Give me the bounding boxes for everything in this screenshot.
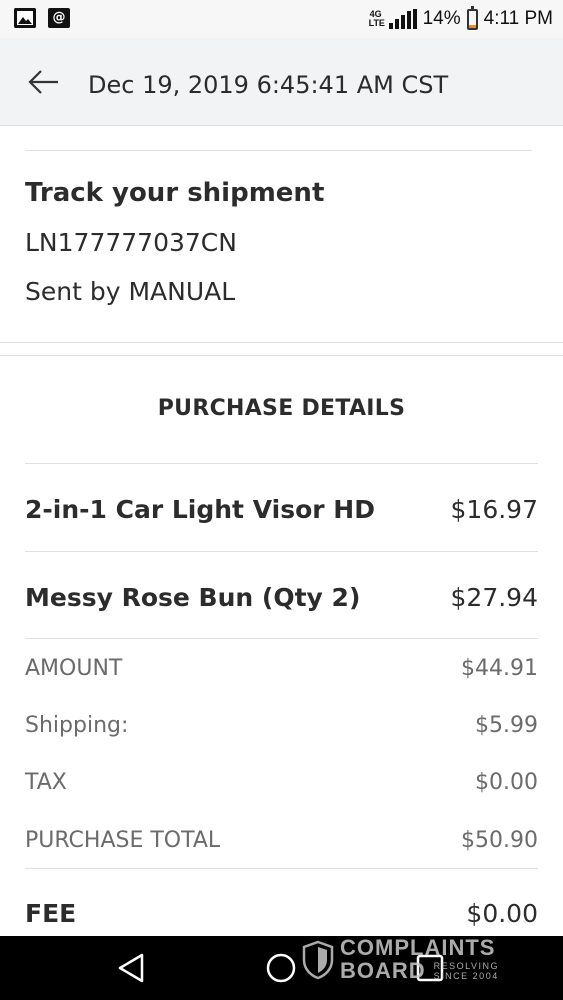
status-notifications: @ [14,8,70,28]
battery-percent: 14% [422,8,461,29]
battery-level-fill [468,25,476,28]
status-bar: @ 4G LTE 14% 4:11 PM [0,0,563,38]
watermark-tagline2: SINCE 2004 [433,971,499,981]
fee-label: FEE [25,898,77,928]
fee-row: FEE $0.00 [25,894,538,932]
summary-value: $0.00 [475,769,538,795]
divider [25,463,538,464]
summary-label: TAX [25,769,67,795]
battery-icon [466,5,478,30]
tracking-number[interactable]: LN177777037CN [25,228,237,257]
summary-value: $50.90 [461,827,538,853]
watermark-line2: BOARD [340,958,426,983]
image-notification-icon [14,8,36,28]
item-name: 2-in-1 Car Light Visor HD [25,494,375,524]
status-indicators: 4G LTE 14% 4:11 PM [368,5,553,32]
summary-label: Shipping: [25,712,129,738]
watermark-line1: COMPLAINTS [340,935,496,960]
summary-label: AMOUNT [25,655,123,681]
divider [25,868,538,869]
sent-by-label: Sent by MANUAL [25,277,236,306]
summary-value: $5.99 [475,712,538,738]
page-title: Dec 19, 2019 6:45:41 AM CST [88,71,449,99]
back-triangle-icon[interactable] [114,950,150,986]
email-notification-icon: @ [48,8,70,28]
summary-row-shipping: Shipping: $5.99 [25,708,538,742]
divider [25,638,538,639]
watermark-text: COMPLAINTS BOARD RESOLVING SINCE 2004 [340,937,499,982]
item-price: $27.94 [450,582,538,612]
divider [25,551,538,552]
item-name: Messy Rose Bun (Qty 2) [25,582,361,612]
purchase-item-row: 2-in-1 Car Light Visor HD $16.97 [25,489,538,529]
at-symbol: @ [52,10,66,25]
summary-label: PURCHASE TOTAL [25,827,221,853]
divider [0,355,563,356]
fee-value: $0.00 [466,898,538,928]
watermark-tagline1: RESOLVING [433,961,500,971]
summary-value: $44.91 [461,655,538,681]
summary-row-total: PURCHASE TOTAL $50.90 [25,823,538,857]
purchase-details-heading: PURCHASE DETAILS [157,396,406,421]
divider [0,342,563,343]
item-price: $16.97 [450,494,538,524]
network-4g-icon: 4G LTE [368,9,385,28]
summary-row-tax: TAX $0.00 [25,765,538,799]
watermark: COMPLAINTS BOARD RESOLVING SINCE 2004 [302,937,499,982]
purchase-item-row: Messy Rose Bun (Qty 2) $27.94 [25,577,538,617]
status-time: 4:11 PM [483,8,553,29]
shield-logo-icon [302,940,334,980]
arrow-left-icon[interactable] [24,62,64,102]
divider [25,150,532,151]
track-shipment-title: Track your shipment [25,178,325,208]
home-circle-icon[interactable] [263,950,299,986]
summary-row-amount: AMOUNT $44.91 [25,651,538,685]
app-header: Dec 19, 2019 6:45:41 AM CST [0,38,563,126]
signal-strength-icon [388,9,417,29]
